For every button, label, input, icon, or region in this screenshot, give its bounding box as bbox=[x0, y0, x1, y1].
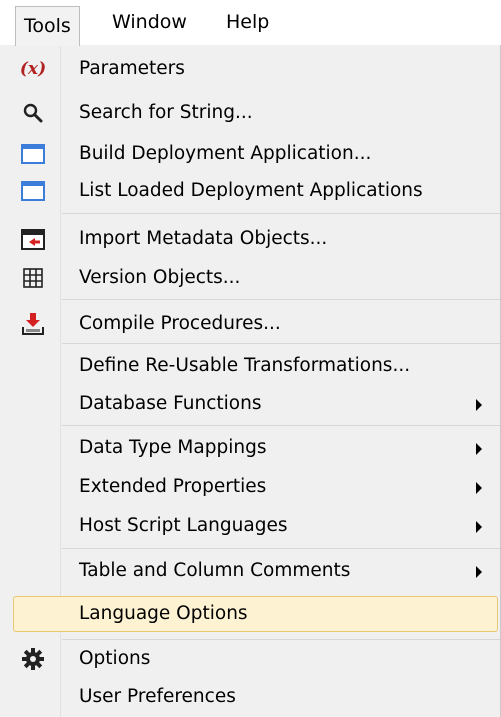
menu-item-label: Define Re-Usable Transformations... bbox=[79, 355, 411, 376]
menu-item-language-options[interactable]: Language Options bbox=[0, 598, 500, 630]
menu-item-label: Parameters bbox=[79, 58, 185, 79]
menu-item-label: Extended Properties bbox=[79, 476, 267, 497]
menu-window[interactable]: Window bbox=[104, 7, 195, 38]
menu-separator bbox=[62, 213, 500, 214]
window-icon bbox=[20, 141, 46, 167]
menu-separator bbox=[62, 425, 500, 426]
menu-item-version-objects[interactable]: Version Objects... bbox=[0, 262, 500, 294]
compile-icon bbox=[20, 311, 46, 337]
menu-item-table-and-column-comments[interactable]: Table and Column Comments bbox=[0, 555, 500, 587]
menu-separator bbox=[62, 639, 500, 640]
menu-item-label: Build Deployment Application... bbox=[79, 143, 372, 164]
gear-icon bbox=[20, 646, 46, 672]
menu-item-list-loaded-deployment-applications[interactable]: List Loaded Deployment Applications bbox=[0, 175, 500, 207]
grid-icon bbox=[20, 265, 46, 291]
menu-item-search-for-string[interactable]: Search for String... bbox=[0, 97, 500, 129]
submenu-arrow-icon bbox=[476, 399, 482, 411]
menu-item-define-reusable-transformations[interactable]: Define Re-Usable Transformations... bbox=[0, 350, 500, 382]
menu-item-parameters[interactable]: (x) Parameters bbox=[0, 53, 500, 85]
menu-item-data-type-mappings[interactable]: Data Type Mappings bbox=[0, 432, 500, 464]
menu-item-label: Options bbox=[79, 648, 151, 669]
window-icon bbox=[20, 178, 46, 204]
menu-item-label: Host Script Languages bbox=[79, 515, 288, 536]
submenu-arrow-icon bbox=[476, 566, 482, 578]
menu-tools[interactable]: Tools bbox=[15, 6, 80, 46]
tools-dropdown-menu: (x) Parameters Search for String... Buil… bbox=[0, 45, 501, 717]
menu-item-label: List Loaded Deployment Applications bbox=[79, 180, 423, 201]
submenu-arrow-icon bbox=[476, 482, 482, 494]
menu-item-build-deployment-application[interactable]: Build Deployment Application... bbox=[0, 138, 500, 170]
menu-separator bbox=[62, 299, 500, 300]
menu-item-label: User Preferences bbox=[79, 686, 236, 707]
parameters-icon: (x) bbox=[19, 59, 47, 79]
menu-help[interactable]: Help bbox=[218, 7, 277, 38]
menu-item-label: Database Functions bbox=[79, 393, 262, 414]
menu-item-label: Search for String... bbox=[79, 102, 253, 123]
menu-bar: Tools Window Help bbox=[0, 0, 501, 46]
menu-item-extended-properties[interactable]: Extended Properties bbox=[0, 471, 500, 503]
import-icon bbox=[20, 226, 46, 252]
menu-separator bbox=[62, 548, 500, 549]
menu-item-label: Compile Procedures... bbox=[79, 313, 281, 334]
search-icon bbox=[20, 100, 46, 126]
menu-item-options[interactable]: Options bbox=[0, 643, 500, 675]
menu-item-user-preferences[interactable]: User Preferences bbox=[0, 681, 500, 713]
menu-item-database-functions[interactable]: Database Functions bbox=[0, 388, 500, 420]
submenu-arrow-icon bbox=[476, 443, 482, 455]
menu-separator bbox=[62, 343, 500, 344]
menu-item-label: Table and Column Comments bbox=[79, 560, 351, 581]
menu-item-label: Version Objects... bbox=[79, 267, 241, 288]
menu-item-label: Data Type Mappings bbox=[79, 437, 267, 458]
menu-item-host-script-languages[interactable]: Host Script Languages bbox=[0, 510, 500, 542]
submenu-arrow-icon bbox=[476, 521, 482, 533]
menu-item-label: Import Metadata Objects... bbox=[79, 228, 328, 249]
menu-item-label: Language Options bbox=[79, 603, 248, 624]
menu-item-compile-procedures[interactable]: Compile Procedures... bbox=[0, 308, 500, 340]
menu-item-import-metadata-objects[interactable]: Import Metadata Objects... bbox=[0, 223, 500, 255]
